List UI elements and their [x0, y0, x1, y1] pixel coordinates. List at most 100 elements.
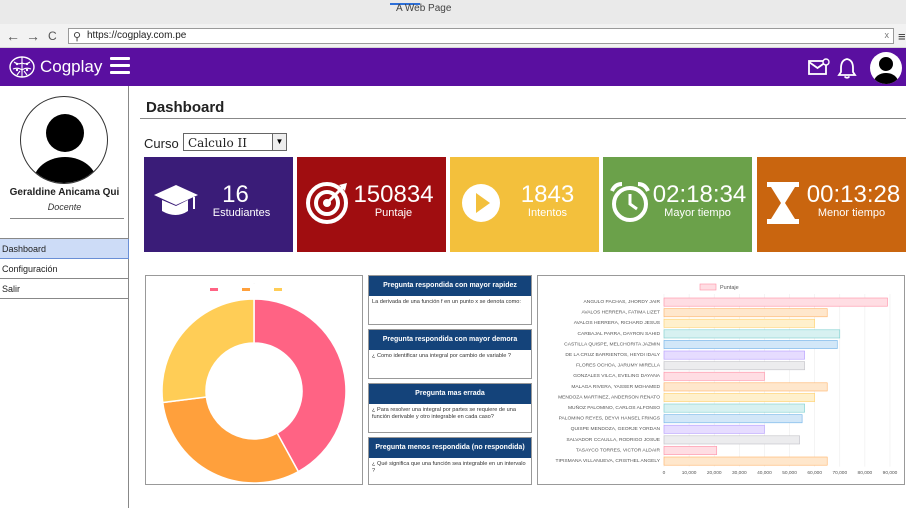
bar-category-label: GONZALES VILCA, EVELING DAYANA — [573, 373, 661, 379]
card-value: 02:18:34 — [652, 181, 747, 208]
divider — [140, 118, 906, 119]
question-card-text: ¿ Como identificar una integral por camb… — [372, 353, 511, 359]
divider — [10, 218, 124, 219]
bar — [663, 297, 888, 307]
bar — [663, 318, 815, 328]
card-value: 150834 — [353, 181, 434, 208]
sidebar-menu: Dashboard Configuración Salir — [0, 238, 129, 299]
card-label: Intentos — [527, 207, 568, 219]
bar-category-label: QUISPE MENDOZA, GEORJE YORDAN — [571, 426, 661, 432]
card-value: 1843 — [520, 181, 575, 208]
question-card-title: Pregunta mas errada — [369, 384, 531, 404]
user-avatar — [20, 96, 108, 184]
bar — [663, 350, 805, 360]
bar — [663, 393, 815, 402]
question-card-text: ¿ Qué significa que una función sea inte… — [372, 461, 526, 474]
question-card-title: Pregunta respondida con mayor demora — [369, 330, 531, 350]
question-card: Pregunta respondida con mayor demora ¿ C… — [368, 329, 532, 379]
bar — [663, 361, 805, 371]
bar — [663, 329, 841, 339]
x-tick-label: 80,000 — [858, 470, 873, 476]
bar-category-label: TASAYCO TORRES, VICTOR ALDAIR — [576, 447, 661, 453]
bar — [663, 424, 765, 434]
reload-button[interactable]: C — [48, 28, 57, 44]
card-label: Mayor tiempo — [664, 207, 731, 219]
bar — [663, 414, 803, 424]
mini-legend: . — [210, 281, 282, 291]
card-label: Menor tiempo — [817, 207, 886, 219]
sidebar-item-configuracion[interactable]: Configuración — [0, 259, 129, 279]
bar — [663, 446, 718, 455]
x-tick-label: 40,000 — [757, 470, 772, 476]
sidebar: Geraldine Anicama Qui Docente Dashboard … — [0, 86, 129, 508]
bar — [663, 456, 828, 466]
bar — [663, 308, 828, 318]
bar — [663, 403, 805, 413]
sidebar-item-dashboard[interactable]: Dashboard — [0, 239, 129, 259]
address-bar[interactable]: ⚲ https://cogplay.com.pe x — [68, 28, 894, 44]
x-tick-label: 0 — [663, 470, 666, 476]
bar-category-label: TIPISMANA VILLANUEVA, CRISTHEL ANGELY — [555, 458, 660, 464]
question-card-title: Pregunta menos respondida (no respondida… — [369, 438, 531, 458]
clear-url-button[interactable]: x — [885, 30, 890, 40]
bell-icon[interactable] — [836, 57, 858, 79]
x-tick-label: 50,000 — [782, 470, 797, 476]
question-card: Pregunta respondida con mayor rapidez La… — [368, 275, 532, 325]
card-label: Estudiantes — [212, 207, 271, 219]
bar-category-label: MUÑOZ PALOMINO, CARLOS ALFONSO — [568, 404, 660, 411]
back-button[interactable]: ← — [6, 28, 20, 44]
question-card: Pregunta menos respondida (no respondida… — [368, 437, 532, 485]
bar-category-label: DE LA CRUZ BARRIENTOS, HEYDI IDALY — [565, 352, 660, 358]
user-name: Geraldine Anicama Qui — [9, 187, 120, 198]
bar-category-label: FLORES OCHOA, JARUMY MIRELLA — [576, 363, 661, 369]
bar-category-label: MENDOZA MARTINEZ, ANDERSON RENATO — [558, 394, 660, 400]
app-header: Cogplay — [0, 48, 906, 86]
bar-chart: Puntaje 0 10,000 20,000 30,000 40,000 50,000 60… — [555, 283, 898, 476]
card-label: Puntaje — [374, 207, 413, 219]
donut-slice-2 — [161, 298, 255, 404]
url-text[interactable]: https://cogplay.com.pe — [87, 30, 186, 41]
user-avatar-icon[interactable] — [870, 52, 902, 84]
x-tick-label: 20,000 — [707, 470, 722, 476]
graduation-cap-icon — [154, 185, 198, 215]
question-card-text: La derivada de una función f en un punto… — [372, 299, 521, 305]
x-tick-label: 70,000 — [832, 470, 847, 476]
course-select[interactable]: Calculo II ▼ — [183, 133, 287, 151]
bar-category-label: SALVADOR CCAULLA, RODRIGO JOSUE — [566, 437, 660, 443]
question-card: Pregunta mas errada ¿ Para resolver una … — [368, 383, 532, 433]
bar — [663, 382, 828, 392]
course-select-value: Calculo II — [188, 136, 247, 150]
browser-menu-button[interactable]: ≡ — [898, 29, 906, 44]
play-icon — [462, 184, 500, 222]
bar-category-label: ANGULO PACHAS, JHORDY JAIR — [584, 299, 661, 305]
stat-card-menor-tiempo: 00:13:28 Menor tiempo — [757, 157, 906, 252]
bar — [663, 340, 838, 349]
x-tick-label: 90,000 — [883, 470, 898, 476]
mail-icon[interactable] — [808, 58, 830, 76]
bar-category-label: CARBAJAL PARRA, DAYRON SAHID — [577, 331, 660, 337]
stat-card-puntaje: 150834 Puntaje — [297, 157, 446, 252]
menu-toggle-icon[interactable] — [110, 57, 130, 75]
x-tick-label: 10,000 — [682, 470, 697, 476]
browser-tab-bar: A Web Page — [0, 0, 906, 24]
stat-card-mayor-tiempo: 02:18:34 Mayor tiempo — [603, 157, 752, 252]
x-tick-label: 60,000 — [807, 470, 822, 476]
browser-tab-title[interactable]: A Web Page — [396, 3, 451, 14]
chevron-down-icon[interactable]: ▼ — [272, 134, 286, 150]
forward-button[interactable]: → — [26, 28, 40, 44]
bar-category-label: AVALOS HERRERA, RICHARD JESUS — [574, 320, 661, 326]
card-value: 16 — [222, 181, 249, 208]
donut-slice-1 — [161, 396, 300, 484]
course-label: Curso — [144, 136, 179, 151]
brand-name: Cogplay — [40, 57, 103, 76]
stat-card-estudiantes: 16 Estudiantes — [144, 157, 293, 252]
legend-label: Puntaje — [720, 285, 739, 291]
x-tick-label: 30,000 — [732, 470, 747, 476]
sidebar-item-salir[interactable]: Salir — [0, 279, 129, 299]
bar — [663, 435, 800, 445]
question-card-title: Pregunta respondida con mayor rapidez — [369, 276, 531, 296]
bar-category-label: AVALOS HERRERA, FATIMA LIZET — [581, 310, 660, 316]
bar-chart-panel: Puntaje 0 10,000 20,000 30,000 40,000 50,000 60… — [537, 275, 905, 485]
question-card-text: ¿ Para resolver una integral por partes … — [372, 407, 516, 420]
browser-toolbar: ← → C ⚲ https://cogplay.com.pe x ≡ — [0, 24, 906, 48]
